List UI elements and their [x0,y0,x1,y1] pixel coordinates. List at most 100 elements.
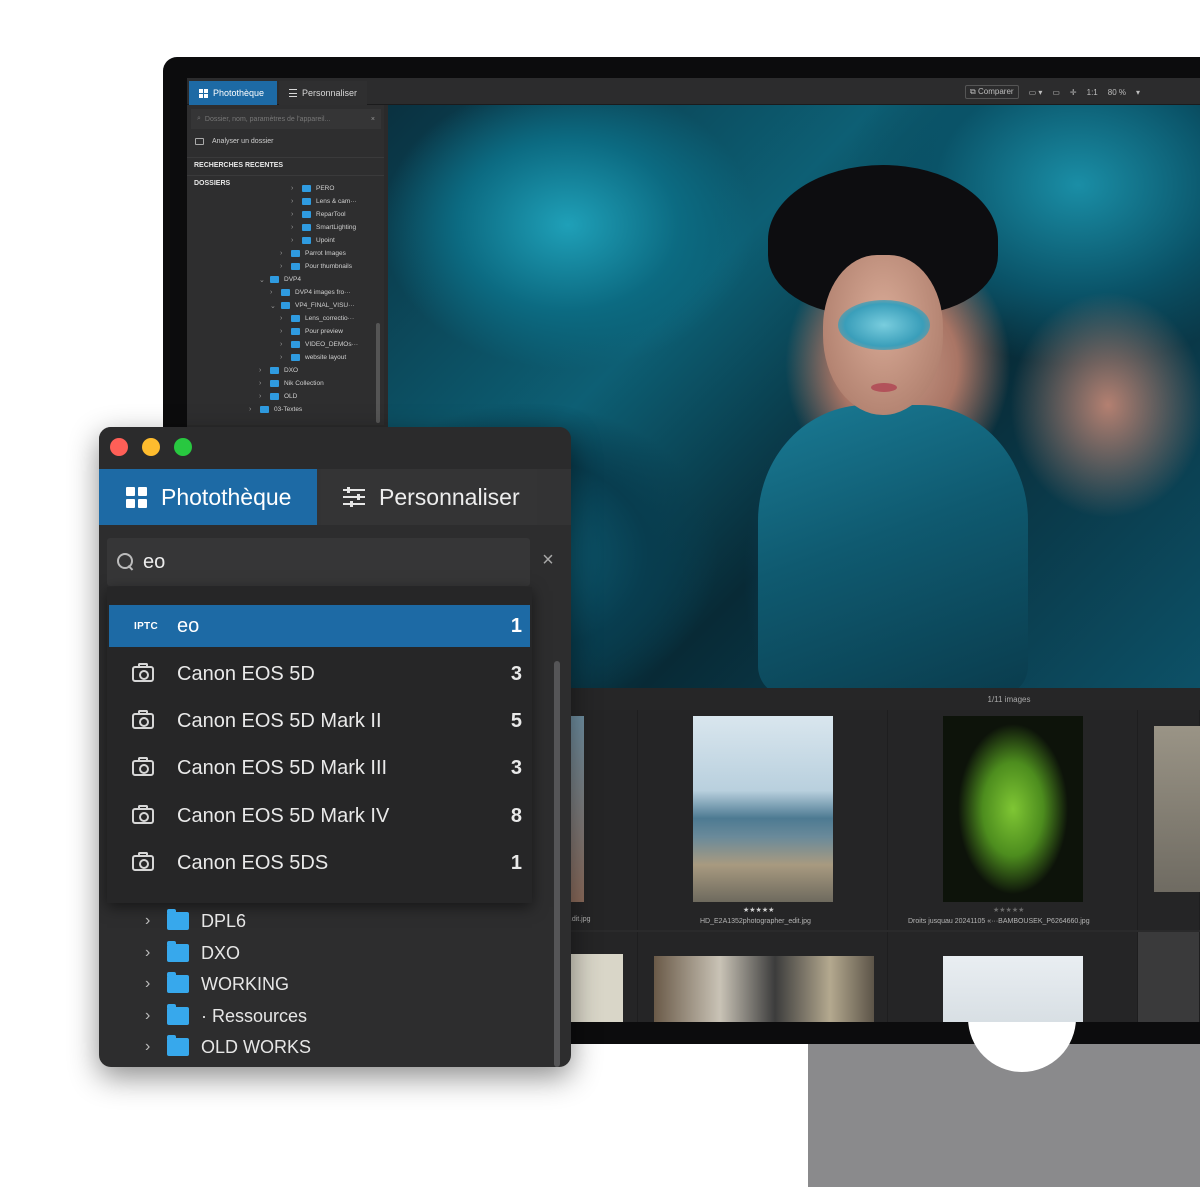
chevron-right-icon[interactable]: › [145,975,157,993]
thumbnail-cell[interactable] [1138,932,1200,1022]
search-input[interactable]: eo [107,538,530,586]
move-icon[interactable]: ✛ [1070,88,1077,97]
minimize-window-button[interactable] [142,438,160,456]
tree-item[interactable]: › DXO [259,364,298,377]
compare-label: Comparer [977,87,1014,96]
suggestion-item[interactable]: Canon EOS 5D Mark IV 8 [109,795,530,837]
folder-icon [260,406,269,413]
tree-item[interactable]: › Lens & cam··· [291,195,357,208]
photo-subject-lips [871,383,897,392]
sidebar-scrollbar[interactable] [376,323,380,423]
crop-icon[interactable]: ▭ [1052,88,1060,97]
zoom-window-button[interactable] [174,438,192,456]
tree-item[interactable]: › Lens_correctio··· [280,312,354,325]
search-suggestions: IPTC eo 1 Canon EOS 5D 3 Canon EOS 5D Ma… [107,587,532,903]
screen-tab-phototheque[interactable]: Photothèque [189,81,277,105]
thumbnail-cell[interactable] [888,932,1138,1022]
window-scrollbar[interactable] [554,661,560,1067]
recent-searches-header[interactable]: RECHERCHES RECENTES [187,157,384,173]
suggestion-count: 1 [510,614,522,637]
folder-icon [291,328,300,335]
suggestion-item[interactable]: Canon EOS 5DS 1 [109,842,530,884]
sliders-icon [289,89,297,97]
tree-item[interactable]: › Upoint [291,234,335,247]
suggestion-label: Canon EOS 5D Mark III [177,756,388,779]
tree-item[interactable]: › Parrot Images [280,247,346,260]
folder-icon [270,276,279,283]
folder-icon [302,224,311,231]
view-mode-icon[interactable]: ▭ ▾ [1029,88,1043,97]
screen-topbar: Photothèque Personnaliser ⧉ Comparer ▭ ▾… [187,78,1200,105]
tree-item[interactable]: › Pour thumbnails [280,260,352,273]
close-icon[interactable]: × [371,116,375,123]
photo-face-paint [838,300,930,350]
folder-item[interactable]: › DXO [145,939,240,967]
tree-item[interactable]: › 03-Textes [249,403,302,416]
thumbnail-cell[interactable] [638,932,888,1022]
folder-icon [302,185,311,192]
close-window-button[interactable] [110,438,128,456]
thumbnail-filename: HD_E2A1352photographer_edit.jpg [700,918,811,925]
suggestion-item[interactable]: IPTC eo 1 [109,605,530,647]
screen-tab-personnaliser[interactable]: Personnaliser [279,81,367,105]
folder-icon [167,1035,189,1056]
rating-stars[interactable]: ★★★★★ [993,906,1024,914]
folder-label: OLD WORKS [201,1036,312,1057]
tree-item[interactable]: › OLD [259,390,297,403]
tree-item[interactable]: › DVP4 images fro··· [270,286,351,299]
thumbnail-cell[interactable] [1138,710,1200,930]
suggestion-item[interactable]: Canon EOS 5D Mark II 5 [109,700,530,742]
suggestion-item[interactable]: Canon EOS 5D 3 [109,653,530,695]
tab-phototheque[interactable]: Photothèque [99,469,317,525]
tree-item[interactable]: ⌄ DVP4 [259,273,301,286]
folders-header[interactable]: DOSSIERS [187,175,384,191]
suggestion-count: 3 [510,662,522,685]
suggestion-count: 1 [510,851,522,874]
zoom-dropdown-icon[interactable]: ▾ [1136,88,1140,97]
rating-stars[interactable]: ★★★★★ [743,906,774,914]
folder-item[interactable]: › · Ressources [145,1002,307,1030]
thumbnail-cell[interactable]: ★★★★★ Droits jusquau 20241105 «···BAMBOU… [888,710,1138,930]
folder-item[interactable]: › OLD WORKS [145,1033,311,1061]
folder-icon [270,380,279,387]
camera-icon [132,757,154,776]
folder-item[interactable]: › WORKING [145,970,289,998]
folder-icon [302,237,311,244]
tree-item[interactable]: › Nik Collection [259,377,324,390]
grid-icon [199,88,208,98]
chevron-right-icon[interactable]: › [145,944,157,962]
camera-icon [132,663,154,682]
tree-item[interactable]: › VIDEO_DEMOs··· [280,338,358,351]
folder-icon [291,354,300,361]
folder-item[interactable]: › DPL6 [145,907,246,935]
chevron-right-icon[interactable]: › [145,912,157,930]
folder-label: · Ressources [201,1005,308,1026]
window-tabbar: Photothèque Personnaliser [99,469,571,525]
folder-icon [291,250,300,257]
zoom-value[interactable]: 80 % [1108,88,1126,97]
tree-item[interactable]: › ReparTool [291,208,346,221]
tree-item[interactable]: › PERO [291,182,334,195]
folder-icon [291,315,300,322]
suggestion-item[interactable]: Canon EOS 5D Mark III 3 [109,747,530,789]
image-count: 1/11 images [987,694,1031,704]
thumbnail-image [693,716,833,902]
tab-personnaliser[interactable]: Personnaliser [321,469,537,525]
tree-item[interactable]: › Pour preview [280,325,343,338]
tree-item[interactable]: › SmartLighting [291,221,356,234]
folder-icon [302,211,311,218]
suggestion-label: Canon EOS 5D Mark II [177,709,382,732]
clear-search-icon[interactable]: × [539,550,557,570]
thumbnail-cell[interactable]: ★★★★★ HD_E2A1352photographer_edit.jpg [638,710,888,930]
analyse-folder-button[interactable]: Analyser un dossier [195,138,273,145]
chevron-right-icon[interactable]: › [145,1007,157,1025]
screen-search-input[interactable]: ⌕ Dossier, nom, paramètres de l'appareil… [191,109,381,129]
tree-item[interactable]: › website layout [280,351,346,364]
folder-label: WORKING [201,973,289,994]
camera-icon [132,805,154,824]
tree-item[interactable]: ⌄ VP4_FINAL_VISU··· [270,299,355,312]
ratio-button[interactable]: 1:1 [1087,88,1098,97]
compare-button[interactable]: ⧉ Comparer [965,85,1019,99]
suggestion-label: Canon EOS 5D Mark IV [177,804,390,827]
chevron-right-icon[interactable]: › [145,1038,157,1056]
